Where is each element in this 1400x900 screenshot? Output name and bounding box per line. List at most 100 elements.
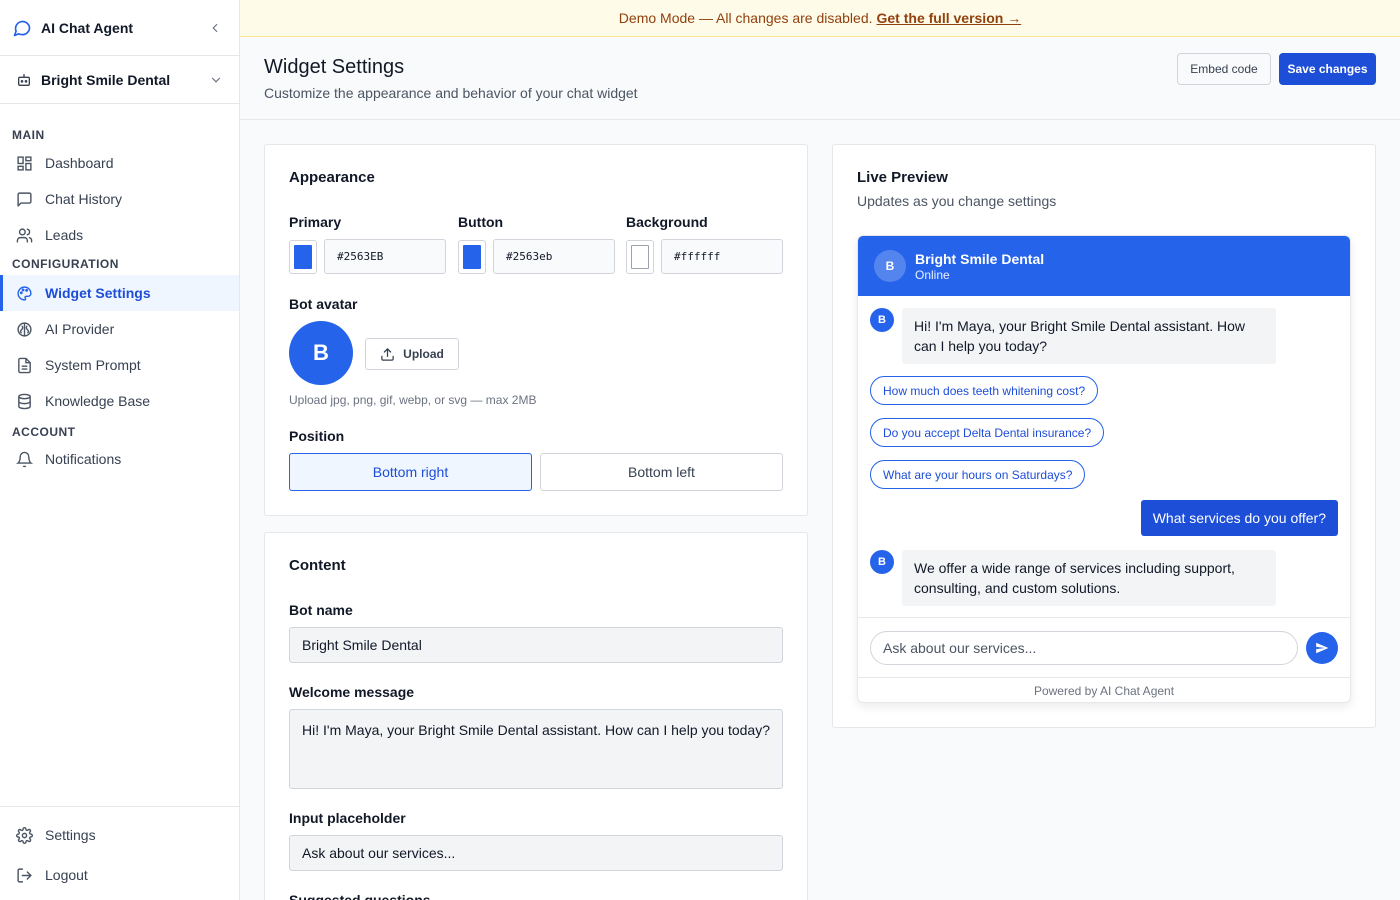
input-placeholder-input[interactable]: Ask about our services... xyxy=(289,835,783,871)
chat-widget-footer: Powered by AI Chat Agent xyxy=(858,677,1350,702)
upload-icon xyxy=(380,347,395,362)
suggested-question-chip[interactable]: What are your hours on Saturdays? xyxy=(870,460,1086,489)
nav-section-main: MAIN xyxy=(12,128,45,142)
chat-icon xyxy=(15,190,33,208)
welcome-message-label: Welcome message xyxy=(289,684,415,700)
page-header: Widget Settings Customize the appearance… xyxy=(240,37,1400,120)
content-card: Content Bot name Bright Smile Dental Wel… xyxy=(264,532,808,900)
bot-name-input[interactable]: Bright Smile Dental xyxy=(289,627,783,663)
sidebar-item-leads[interactable]: Leads xyxy=(0,217,239,253)
chat-widget-preview: B Bright Smile Dental Online B Hi! I'm M… xyxy=(857,235,1351,703)
bot-reply-message: We offer a wide range of services includ… xyxy=(902,550,1276,606)
chat-widget-bot-name: Bright Smile Dental xyxy=(915,251,1045,267)
live-preview-card: Live Preview Updates as you change setti… xyxy=(832,144,1376,728)
chat-widget-status: Online xyxy=(915,268,950,282)
primary-color-swatch[interactable] xyxy=(289,240,317,274)
sidebar-item-chat-history[interactable]: Chat History xyxy=(0,181,239,217)
document-icon xyxy=(15,356,33,374)
palette-icon xyxy=(15,284,33,302)
bot-welcome-message: Hi! I'm Maya, your Bright Smile Dental a… xyxy=(902,308,1276,364)
upload-avatar-button[interactable]: Upload xyxy=(365,338,459,370)
sidebar: AI Chat Agent Bright Smile Dental MAIN D… xyxy=(0,0,240,900)
upload-label: Upload xyxy=(403,347,444,361)
sidebar-item-label: Settings xyxy=(45,827,96,843)
appearance-card: Appearance Primary #2563EB Button #2563e… xyxy=(264,144,808,516)
upload-hint: Upload jpg, png, gif, webp, or svg — max… xyxy=(289,393,537,407)
bot-avatar-preview: B xyxy=(289,321,353,385)
sidebar-item-label: Knowledge Base xyxy=(45,393,151,409)
save-changes-button[interactable]: Save changes xyxy=(1279,53,1376,85)
sidebar-item-notifications[interactable]: Notifications xyxy=(0,441,239,477)
sidebar-item-label: Logout xyxy=(45,867,88,883)
database-icon xyxy=(15,392,33,410)
chat-input-row: Ask about our services... xyxy=(858,617,1350,677)
chat-widget-header: B Bright Smile Dental Online xyxy=(858,236,1350,296)
app-title: AI Chat Agent xyxy=(41,19,134,36)
embed-code-button[interactable]: Embed code xyxy=(1177,53,1271,85)
button-color-label: Button xyxy=(458,214,504,230)
chat-message-input[interactable]: Ask about our services... xyxy=(870,631,1298,665)
sidebar-item-system-prompt[interactable]: System Prompt xyxy=(0,347,239,383)
sidebar-item-label: Notifications xyxy=(45,451,122,467)
dashboard-icon xyxy=(15,154,33,172)
background-color-label: Background xyxy=(626,214,708,230)
chevron-down-icon xyxy=(209,73,223,87)
background-color-chip xyxy=(631,245,649,269)
sidebar-item-label: System Prompt xyxy=(45,357,141,373)
page-title: Widget Settings xyxy=(264,56,405,78)
sidebar-item-dashboard[interactable]: Dashboard xyxy=(0,145,239,181)
sidebar-item-ai-provider[interactable]: AI Provider xyxy=(0,311,239,347)
users-icon xyxy=(15,226,33,244)
nav-section-configuration: CONFIGURATION xyxy=(12,257,119,271)
sidebar-item-label: Leads xyxy=(45,227,84,243)
button-color-input[interactable]: #2563eb xyxy=(493,239,615,274)
background-color-input[interactable]: #ffffff xyxy=(661,239,783,274)
input-placeholder-label: Input placeholder xyxy=(289,810,406,826)
suggested-question-chip[interactable]: How much does teeth whitening cost? xyxy=(870,376,1099,405)
nav-section-account: ACCOUNT xyxy=(12,425,76,439)
sidebar-item-settings[interactable]: Settings xyxy=(0,815,239,855)
position-bottom-left-button[interactable]: Bottom left xyxy=(540,453,783,491)
primary-color-chip xyxy=(294,245,312,269)
button-color-swatch[interactable] xyxy=(458,240,486,274)
welcome-message-textarea[interactable]: Hi! I'm Maya, your Bright Smile Dental a… xyxy=(289,709,783,789)
primary-color-input[interactable]: #2563EB xyxy=(324,239,446,274)
send-button[interactable] xyxy=(1306,632,1338,664)
sidebar-brand: AI Chat Agent xyxy=(0,0,239,56)
gear-icon xyxy=(15,826,33,844)
chat-bubble-logo-icon xyxy=(12,18,32,38)
sidebar-item-knowledge-base[interactable]: Knowledge Base xyxy=(0,383,239,419)
org-name: Bright Smile Dental xyxy=(41,71,171,88)
live-preview-heading: Live Preview xyxy=(857,169,948,186)
appearance-heading: Appearance xyxy=(289,169,375,186)
bot-message-avatar: B xyxy=(870,550,894,574)
send-icon xyxy=(1315,641,1329,655)
button-color-chip xyxy=(463,245,481,269)
position-bottom-right-button[interactable]: Bottom right xyxy=(289,453,532,491)
bot-icon xyxy=(16,72,32,88)
sidebar-item-label: Widget Settings xyxy=(45,285,151,301)
bot-message-avatar: B xyxy=(870,308,894,332)
background-color-swatch[interactable] xyxy=(626,240,654,274)
demo-banner: Demo Mode — All changes are disabled. Ge… xyxy=(240,0,1400,37)
bell-icon xyxy=(15,450,33,468)
suggested-question-chip[interactable]: Do you accept Delta Dental insurance? xyxy=(870,418,1105,447)
live-preview-subtitle: Updates as you change settings xyxy=(857,193,1057,209)
sidebar-item-widget-settings[interactable]: Widget Settings xyxy=(0,275,239,311)
chat-widget-avatar: B xyxy=(874,250,906,282)
sidebar-footer: Settings Logout xyxy=(0,806,239,895)
suggested-questions-label: Suggested questions xyxy=(289,892,431,900)
demo-banner-text: Demo Mode — All changes are disabled. xyxy=(618,10,873,26)
bot-avatar-label: Bot avatar xyxy=(289,296,358,312)
collapse-sidebar-icon[interactable] xyxy=(205,18,225,38)
sidebar-item-label: Dashboard xyxy=(45,155,114,171)
primary-color-label: Primary xyxy=(289,214,342,230)
logout-icon xyxy=(15,866,33,884)
sidebar-item-label: AI Provider xyxy=(45,321,115,337)
content-heading: Content xyxy=(289,557,346,574)
brain-icon xyxy=(15,320,33,338)
sidebar-item-logout[interactable]: Logout xyxy=(0,855,239,895)
get-full-version-link[interactable]: Get the full version → xyxy=(877,10,1022,26)
org-selector[interactable]: Bright Smile Dental xyxy=(0,56,239,104)
position-label: Position xyxy=(289,428,345,444)
